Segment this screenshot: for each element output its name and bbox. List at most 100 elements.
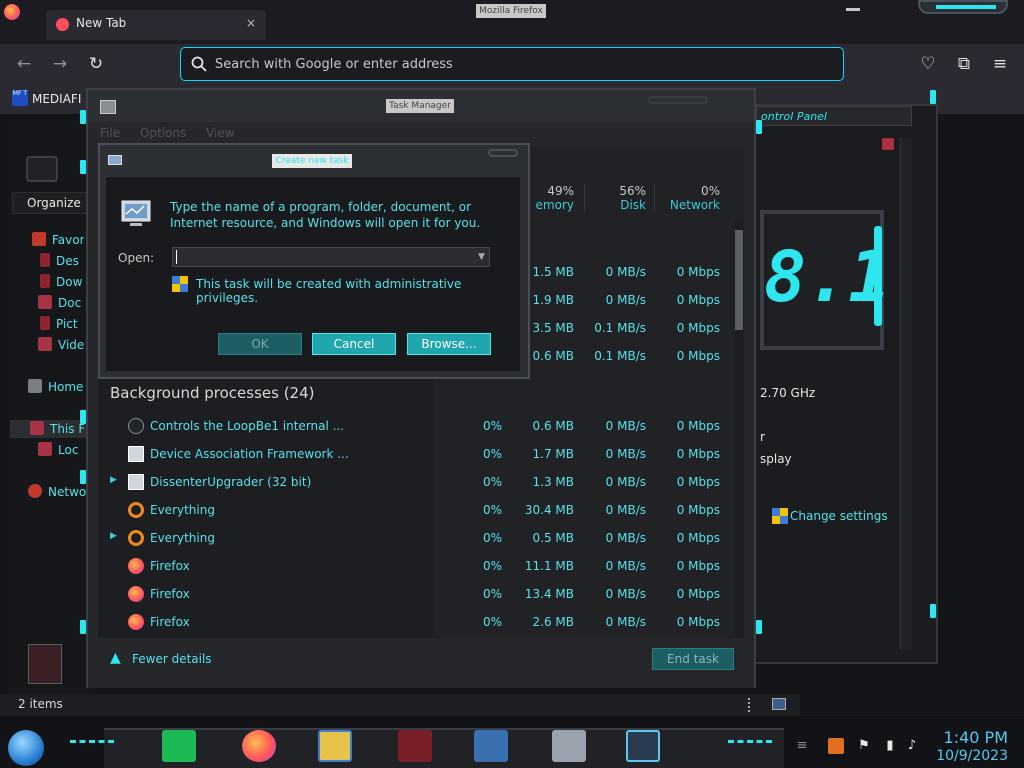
items-count: 2 items [18,697,63,711]
file-explorer-icon[interactable] [318,730,352,762]
url-bar[interactable]: Search with Google or enter address [180,47,844,81]
volume-icon[interactable]: ♪ [904,738,920,754]
process-name: Firefox [150,559,190,573]
table-row[interactable]: Everything 0% 30.4 MB 0 MB/s 0 Mbps [98,496,724,524]
bookmark-mediafire[interactable]: MEDIAFI [32,92,81,106]
menu-icon[interactable]: ≡ [988,52,1012,76]
nav-this-pc[interactable]: This F [30,421,84,441]
header-disk[interactable]: 56% Disk [584,184,646,212]
process-memory: 11.1 MB [524,559,574,573]
nav-videos[interactable]: Vide [38,337,84,357]
reload-icon[interactable]: ↻ [84,52,108,76]
process-scrollbar[interactable] [734,218,744,638]
minimize-icon[interactable] [846,8,860,11]
back-icon[interactable]: ← [12,52,36,76]
menu-view[interactable]: View [206,126,234,140]
process-cpu: 0% [482,503,502,517]
process-disk: 0 MB/s [605,587,646,601]
taskbar-accent-left [70,740,114,748]
open-dropdown-icon[interactable]: ▼ [474,248,489,266]
fewer-details-link[interactable]: Fewer details [132,652,212,666]
task-manager-taskbar-icon[interactable] [626,730,660,762]
details-view-icon[interactable] [748,698,758,712]
pocket-icon[interactable]: ♡ [916,52,940,76]
computer-taskbar-icon[interactable] [474,730,508,762]
extensions-icon[interactable]: ⧉ [952,52,976,76]
tray-app-icon[interactable] [828,738,844,754]
tab-new-tab[interactable]: New Tab × [46,10,266,40]
network-usage-pct: 0% [700,184,720,198]
control-panel-address[interactable]: ontrol Panel [756,106,912,126]
spotify-icon[interactable] [162,730,196,762]
nav-downloads[interactable]: Dow [40,274,84,294]
large-icons-view-icon[interactable] [772,698,786,710]
clock-date[interactable]: 10/9/2023 [922,748,1008,764]
process-memory: 30.4 MB [524,503,574,517]
cancel-button[interactable]: Cancel [312,333,396,355]
action-center-flag-icon[interactable]: ⚑ [856,738,872,754]
process-name: DissenterUpgrader (32 bit) [150,475,312,489]
task-manager-icon [100,100,116,114]
table-row[interactable]: Firefox 0% 13.4 MB 0 MB/s 0 Mbps [98,580,724,608]
menu-options[interactable]: Options [140,126,186,140]
scroll-thumb[interactable] [735,230,743,330]
end-task-button[interactable]: End task [652,648,734,670]
clock-time[interactable]: 1:40 PM [938,728,1008,747]
windows-version-text: 8.1 [764,236,891,318]
table-row[interactable]: Device Association Framework ... 0% 1.7 MB… [98,440,724,468]
tray-ornament-icon: ≡ [796,738,808,753]
expand-chevron-icon[interactable]: ▶ [110,475,117,485]
nav-local-disk[interactable]: Loc [38,442,84,462]
table-row[interactable]: ▶ DissenterUpgrader (32 bit) 0% 1.3 MB 0 MB/… [98,468,724,496]
row-disk: 0 MB/s [605,293,646,307]
menu-file[interactable]: File [100,126,120,140]
table-row[interactable]: Firefox 0% 11.1 MB 0 MB/s 0 Mbps [98,552,724,580]
nav-favorites[interactable]: Favor [32,232,84,252]
table-row[interactable]: Firefox 0% 2.6 MB 0 MB/s 0 Mbps [98,608,724,636]
control-panel-taskbar-icon[interactable] [552,730,586,762]
ok-button[interactable]: OK [218,333,302,355]
process-network: 0 Mbps [676,587,720,601]
taskbar-app-strip [104,728,784,768]
table-row[interactable]: Controls the LoopBe1 internal ... 0% 0.6 M… [98,412,724,440]
change-settings-link[interactable]: Change settings [790,509,888,523]
row-network: 0 Mbps [676,293,720,307]
nav-pictures[interactable]: Pict [40,316,84,336]
expand-chevron-icon[interactable]: ▶ [110,531,117,541]
control-panel-scrollbar[interactable] [900,138,912,650]
system-line-r: r [760,430,765,444]
row-network: 0 Mbps [676,265,720,279]
organize-button[interactable]: Organize [12,192,88,214]
process-cpu: 0% [482,531,502,545]
nav-network[interactable]: Netwo [28,484,86,504]
open-input[interactable] [172,247,490,267]
documents-icon [38,295,52,309]
tab-close-icon[interactable]: × [246,16,256,30]
network-tray-icon[interactable]: ▮ [882,738,898,754]
browse-button[interactable]: Browse... [407,333,491,355]
help-icon[interactable] [882,138,894,150]
collapse-arrow-icon[interactable]: ▲ [110,650,121,666]
start-button-icon[interactable] [8,730,44,766]
nav-documents[interactable]: Doc [38,295,84,315]
bezel-accent [930,90,936,104]
create-task-dialog: Create new task Type the name of a progr… [98,143,530,379]
firefox-icon [128,558,144,574]
firefox-taskbar-icon[interactable] [242,730,276,762]
forward-icon[interactable]: → [48,52,72,76]
admin-shield-icon [172,276,188,292]
nav-desktop[interactable]: Des [40,253,84,273]
table-row[interactable]: ▶ Everything 0% 0.5 MB 0 MB/s 0 Mbps [98,524,724,552]
nav-home[interactable]: Home [28,379,86,399]
process-disk: 0 MB/s [605,615,646,629]
text-cursor [176,250,177,264]
nav-desktop-label: Des [56,254,79,268]
nav-home-label: Home [48,380,84,394]
game-app-icon[interactable] [398,730,432,762]
row-disk: 0 MB/s [605,265,646,279]
background-processes-heading: Background processes (24) [110,384,315,402]
process-name: Firefox [150,615,190,629]
header-network[interactable]: 0% Network [654,184,720,212]
firefox-icon [128,614,144,630]
process-memory: 13.4 MB [524,587,574,601]
